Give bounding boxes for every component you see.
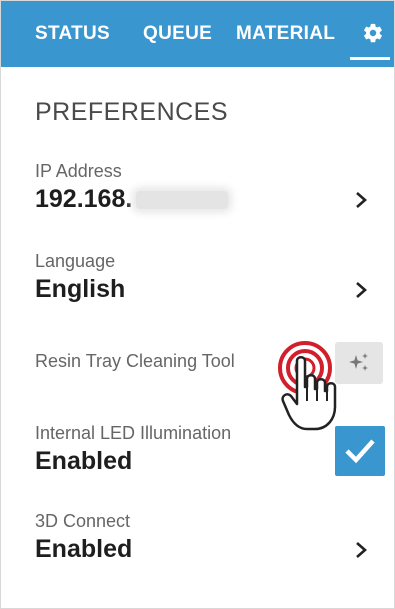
tab-material[interactable]: MATERIAL [236,1,335,67]
led-illumination-value: Enabled [35,447,133,475]
language-row[interactable]: Language English [1,251,394,315]
ip-address-row[interactable]: IP Address 192.168. [1,161,394,225]
ip-address-text: 192.168. [35,185,133,213]
ip-address-label: IP Address [35,161,122,181]
led-illumination-checkbox[interactable] [335,426,385,476]
settings-panel: STATUS QUEUE MATERIAL PREFERENCES IP Add… [0,0,395,609]
resin-tray-cleaning-button[interactable] [335,342,383,384]
chevron-right-icon [356,192,367,208]
3d-connect-value: Enabled [35,535,133,563]
section-title: PREFERENCES [35,98,229,126]
checkmark-icon [345,439,375,464]
sparkle-icon [349,353,368,371]
tab-bar: STATUS QUEUE MATERIAL [1,1,394,67]
gear-icon [364,23,382,43]
tab-queue[interactable]: QUEUE [143,1,212,67]
3d-connect-row[interactable]: 3D Connect Enabled [1,511,394,575]
language-label: Language [35,251,116,271]
ip-address-value: 192.168. [35,185,229,214]
tab-status[interactable]: STATUS [35,1,110,67]
resin-tray-label: Resin Tray Cleaning Tool [35,351,235,371]
chevron-right-icon [356,282,367,298]
ip-address-redacted [136,191,229,210]
active-tab-indicator [350,57,390,60]
3d-connect-label: 3D Connect [35,511,131,531]
chevron-right-icon [356,542,367,558]
led-illumination-label: Internal LED Illumination [35,423,232,443]
language-value: English [35,275,126,303]
